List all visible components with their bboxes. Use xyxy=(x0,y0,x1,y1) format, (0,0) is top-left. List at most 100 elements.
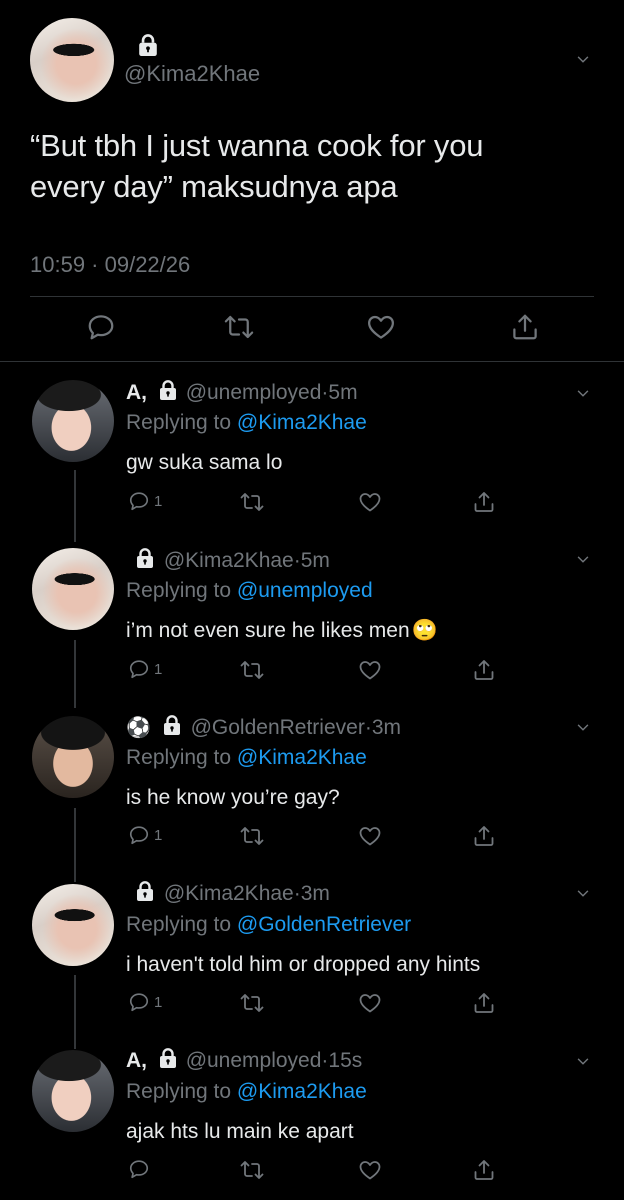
reply-time[interactable]: 3m xyxy=(301,882,330,905)
retweet-button[interactable] xyxy=(240,490,264,514)
reply-time[interactable]: 3m xyxy=(372,716,401,739)
reply-count: 1 xyxy=(154,660,163,678)
reply-count: 1 xyxy=(154,826,163,844)
reply-text: is he know you’re gay? xyxy=(126,786,340,809)
mention-link[interactable]: @unemployed xyxy=(237,579,373,602)
avatar[interactable] xyxy=(30,18,114,102)
tweet-text: “But tbh I just wanna cook for you every… xyxy=(30,128,484,204)
reply-icon xyxy=(128,490,150,512)
reply-header: A, @unemployed·5m xyxy=(126,380,358,404)
retweet-icon xyxy=(240,658,264,682)
chevron-down-icon[interactable] xyxy=(576,52,590,66)
like-icon xyxy=(358,1158,382,1182)
reply-icon xyxy=(128,824,150,846)
reply-button[interactable]: 1 xyxy=(128,490,162,512)
display-name[interactable]: A, xyxy=(126,1049,147,1072)
reply-text: gw suka sama lo xyxy=(126,451,283,474)
reply-icon xyxy=(128,658,150,680)
divider xyxy=(30,296,594,297)
author-handle[interactable]: @GoldenRetriever xyxy=(191,716,365,739)
retweet-button[interactable] xyxy=(240,658,264,682)
author-handle[interactable]: @Kima2Khae xyxy=(164,549,294,572)
reply-actions: 1 xyxy=(126,658,506,684)
mention-link[interactable]: @GoldenRetriever xyxy=(237,913,411,936)
like-icon[interactable] xyxy=(366,312,396,342)
like-icon xyxy=(358,658,382,682)
thread-line xyxy=(74,470,76,542)
like-button[interactable] xyxy=(358,658,382,682)
avatar[interactable] xyxy=(32,716,114,798)
avatar[interactable] xyxy=(32,548,114,630)
reply-icon xyxy=(128,1158,150,1180)
chevron-down-icon[interactable] xyxy=(576,386,590,400)
avatar[interactable] xyxy=(32,884,114,966)
reply-button[interactable] xyxy=(128,1158,154,1180)
mention-link[interactable]: @Kima2Khae xyxy=(237,411,367,434)
reply-actions xyxy=(126,1158,506,1184)
reply-header: @Kima2Khae·5m xyxy=(126,549,330,573)
display-name[interactable]: A, xyxy=(126,381,147,404)
share-button[interactable] xyxy=(472,490,496,514)
thread-line xyxy=(74,640,76,708)
share-icon xyxy=(472,658,496,682)
main-actions-bar xyxy=(0,312,624,346)
chevron-down-icon[interactable] xyxy=(576,1054,590,1068)
mention-link[interactable]: @Kima2Khae xyxy=(237,746,367,769)
retweet-button[interactable] xyxy=(240,1158,264,1182)
reply-count: 1 xyxy=(154,492,163,510)
avatar[interactable] xyxy=(32,380,114,462)
lock-icon xyxy=(136,881,154,901)
share-icon[interactable] xyxy=(510,312,540,342)
author-handle[interactable]: @unemployed xyxy=(186,381,322,404)
chevron-down-icon[interactable] xyxy=(576,886,590,900)
author-handle[interactable]: @unemployed xyxy=(186,1049,322,1072)
replying-to: Replying to @Kima2Khae xyxy=(126,411,367,434)
like-button[interactable] xyxy=(358,824,382,848)
avatar[interactable] xyxy=(32,1050,114,1132)
reply-button[interactable]: 1 xyxy=(128,658,162,680)
reply-button[interactable]: 1 xyxy=(128,824,162,846)
share-button[interactable] xyxy=(472,991,496,1015)
thread-line xyxy=(74,975,76,1049)
reply-actions: 1 xyxy=(126,991,506,1017)
reply-header: A, @unemployed·15s xyxy=(126,1048,363,1072)
lock-icon xyxy=(159,1048,177,1068)
like-icon xyxy=(358,991,382,1015)
retweet-button[interactable] xyxy=(240,824,264,848)
mention-link[interactable]: @Kima2Khae xyxy=(237,1080,367,1103)
lock-icon xyxy=(159,380,177,400)
like-button[interactable] xyxy=(358,490,382,514)
thread-line xyxy=(74,808,76,882)
soccer-ball-emoji: ⚽ xyxy=(126,717,151,739)
share-button[interactable] xyxy=(472,1158,496,1182)
author-handle[interactable]: @Kima2Khae xyxy=(124,61,260,87)
like-icon xyxy=(358,490,382,514)
chevron-down-icon[interactable] xyxy=(576,552,590,566)
retweet-button[interactable] xyxy=(240,991,264,1015)
share-icon xyxy=(472,1158,496,1182)
chevron-down-icon[interactable] xyxy=(576,720,590,734)
share-button[interactable] xyxy=(472,824,496,848)
share-button[interactable] xyxy=(472,658,496,682)
divider xyxy=(0,361,624,362)
retweet-icon[interactable] xyxy=(224,312,254,342)
reply-header: ⚽ @GoldenRetriever·3m xyxy=(126,716,402,739)
reply-text: i’m not even sure he likes men🙄 xyxy=(126,619,438,642)
replying-to: Replying to @GoldenRetriever xyxy=(126,913,412,936)
reply-time[interactable]: 5m xyxy=(328,381,357,404)
reply-count: 1 xyxy=(154,993,163,1011)
reply-button[interactable]: 1 xyxy=(128,991,162,1013)
reply-text: i haven't told him or dropped any hints xyxy=(126,953,481,976)
author-handle[interactable]: @Kima2Khae xyxy=(164,882,294,905)
retweet-icon xyxy=(240,824,264,848)
reply-time[interactable]: 15s xyxy=(328,1049,362,1072)
like-button[interactable] xyxy=(358,991,382,1015)
retweet-icon xyxy=(240,991,264,1015)
reply-icon[interactable] xyxy=(86,312,116,342)
reply-time[interactable]: 5m xyxy=(301,549,330,572)
reply-text: ajak hts lu main ke apart xyxy=(126,1120,354,1143)
tweet-timestamp[interactable]: 10:59 · 09/22/26 xyxy=(30,252,190,278)
like-button[interactable] xyxy=(358,1158,382,1182)
reply-header: @Kima2Khae·3m xyxy=(126,882,330,906)
reply-icon xyxy=(128,991,150,1013)
